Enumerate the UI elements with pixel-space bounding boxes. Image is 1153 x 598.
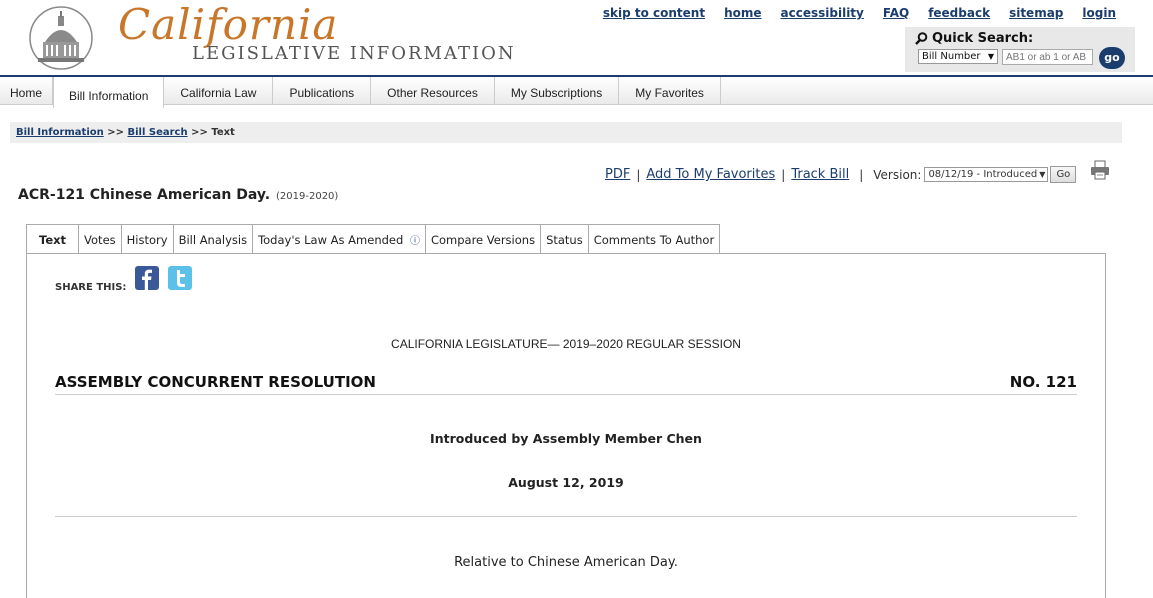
skip-to-content-link[interactable]: skip to content [603,6,705,20]
nav-my-subscriptions[interactable]: My Subscriptions [495,77,620,105]
print-icon[interactable] [1090,160,1110,180]
breadcrumb-separator: >> [191,127,208,138]
nav-california-law[interactable]: California Law [164,77,274,105]
nav-bill-information[interactable]: Bill Information [53,77,165,108]
quick-search-input[interactable] [1002,49,1093,65]
tab-compare-versions[interactable]: Compare Versions [425,224,542,254]
track-bill-link[interactable]: Track Bill [791,167,849,182]
capitol-dome-logo[interactable] [26,6,96,70]
bill-session: (2019-2020) [276,191,339,202]
logo-subtitle[interactable]: LEGISLATIVE INFORMATION [192,43,516,64]
nav-home[interactable]: Home [0,77,54,105]
logo-script-text[interactable]: California [118,0,338,49]
version-select[interactable]: 08/12/19 - Introduced [924,167,1049,182]
resolution-heading: ASSEMBLY CONCURRENT RESOLUTION NO. 121 [55,373,1077,395]
divider [55,516,1077,517]
introduced-date: August 12, 2019 [508,475,624,490]
breadcrumb: Bill Information >> Bill Search >> Text [10,122,1122,143]
bill-tabs: Text Votes History Bill Analysis Today's… [26,224,721,254]
breadcrumb-separator: >> [107,127,124,138]
bill-text-panel: SHARE THIS: CALIFORNIA LEGISLATURE— 2019… [26,253,1106,598]
bill-title-text: ACR-121 Chinese American Day. [18,187,271,203]
login-link[interactable]: login [1082,6,1116,20]
accessibility-link[interactable]: accessibility [781,6,864,20]
tools-separator: | [781,167,786,182]
main-nav: Home Bill Information California Law Pub… [0,75,1153,108]
version-label: Version: [873,167,922,182]
home-link[interactable]: home [724,6,761,20]
faq-link[interactable]: FAQ [883,6,909,20]
tab-bill-analysis[interactable]: Bill Analysis [173,224,254,254]
bill-tools: PDF | Add To My Favorites | Track Bill |… [605,166,1077,183]
tools-separator: | [859,167,864,182]
relative-to: Relative to Chinese American Day. [454,555,678,570]
breadcrumb-bill-search[interactable]: Bill Search [127,127,187,138]
tab-text[interactable]: Text [26,224,80,254]
introduced-by: Introduced by Assembly Member Chen [430,431,702,446]
quick-search-label-text: Quick Search: [932,31,1034,46]
share-label: SHARE THIS: [55,282,127,293]
session-line: CALIFORNIA LEGISLATURE— 2019–2020 REGULA… [391,337,741,351]
resolution-number: NO. 121 [1009,373,1077,391]
tab-todays-law-label: Today's Law As Amended [258,233,404,247]
top-links: skip to content home accessibility FAQ f… [603,6,1116,20]
nav-my-favorites[interactable]: My Favorites [619,77,721,105]
pdf-link[interactable]: PDF [605,167,630,182]
search-icon [915,32,928,45]
nav-other-resources[interactable]: Other Resources [371,77,495,105]
twitter-icon[interactable] [168,266,192,290]
tools-separator: | [636,167,641,182]
info-icon: ⓘ [409,236,420,247]
breadcrumb-current: Text [211,127,235,138]
tab-history[interactable]: History [121,224,174,254]
header: California LEGISLATIVE INFORMATION skip … [0,0,1153,75]
tab-votes[interactable]: Votes [79,224,122,254]
version-go-button[interactable]: Go [1050,166,1077,183]
tab-comments-to-author[interactable]: Comments To Author [588,224,721,254]
tab-status[interactable]: Status [541,224,589,254]
tab-todays-law-as-amended[interactable]: Today's Law As Amended ⓘ [253,224,426,254]
quick-search-label: Quick Search: [915,31,1033,46]
search-type-select[interactable]: Bill Number [918,49,998,64]
bill-title: ACR-121 Chinese American Day. (2019-2020) [18,187,338,203]
resolution-title: ASSEMBLY CONCURRENT RESOLUTION [55,373,376,391]
breadcrumb-bill-information[interactable]: Bill Information [16,127,104,138]
quick-search-panel: Quick Search: Bill Number go [905,27,1135,72]
nav-publications[interactable]: Publications [273,77,372,105]
facebook-icon[interactable] [135,266,159,290]
add-to-favorites-link[interactable]: Add To My Favorites [646,167,775,182]
sitemap-link[interactable]: sitemap [1009,6,1063,20]
feedback-link[interactable]: feedback [928,6,990,20]
quick-search-go-button[interactable]: go [1099,47,1125,69]
